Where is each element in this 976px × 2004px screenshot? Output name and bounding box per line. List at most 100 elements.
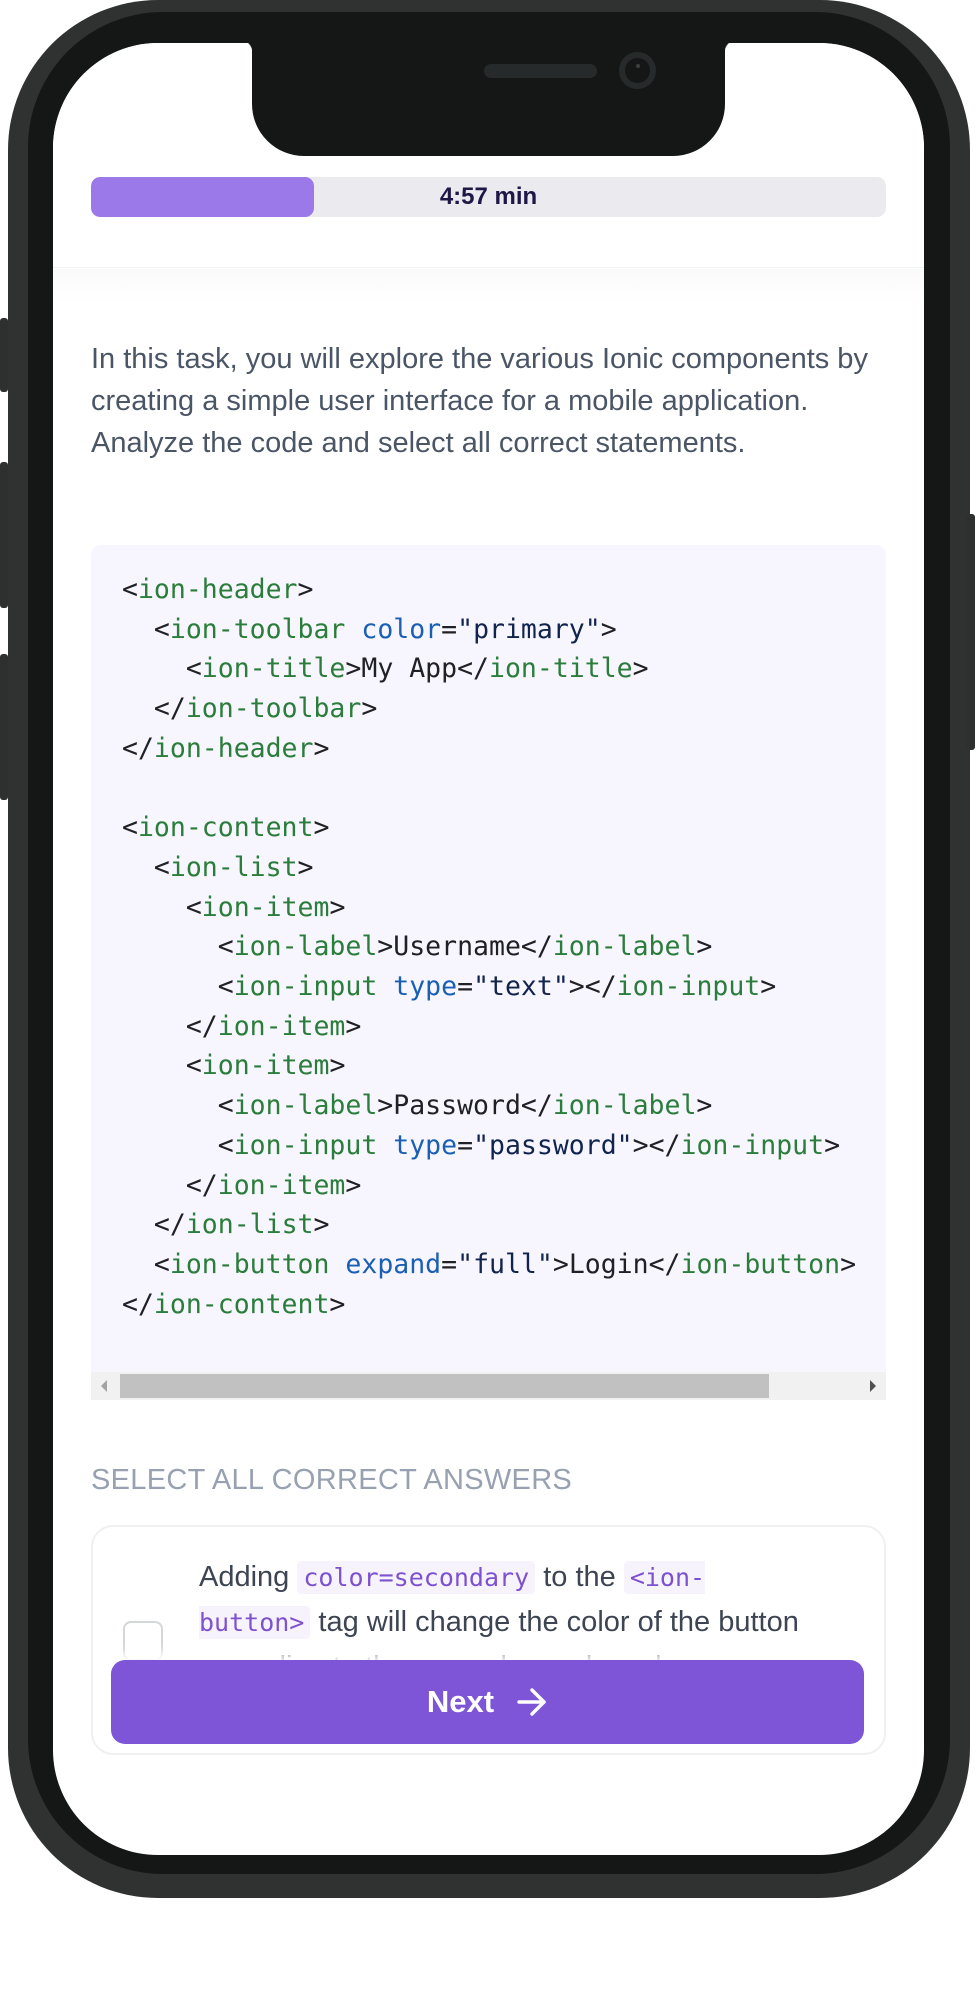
code-token-punct: </	[185, 1010, 218, 1042]
code-token-tag: ion-input	[233, 971, 378, 1003]
code-token-tag: ion-title	[489, 653, 633, 685]
code-token-punct: >	[329, 1050, 346, 1082]
answer-checkbox[interactable]	[123, 1621, 163, 1661]
scrollbar-thumb[interactable]	[120, 1374, 769, 1398]
next-button[interactable]: Next	[111, 1660, 864, 1744]
code-token-punct: <	[185, 891, 202, 923]
code-token-str: "primary"	[457, 613, 601, 645]
code-token-punct: >	[760, 971, 777, 1003]
code-token-tag: ion-header	[137, 574, 298, 605]
code-line: <ion-title>My App</ion-title>	[122, 649, 856, 689]
code-token-punct: <	[153, 1248, 170, 1280]
timer-progress-bar: 4:57 min	[91, 177, 886, 217]
code-token-punct: >	[329, 891, 346, 923]
phone-notch	[239, 43, 738, 156]
scroll-left-arrow-icon[interactable]	[101, 1380, 107, 1392]
code-token-punct: =	[457, 971, 474, 1003]
code-token-punct: </	[457, 653, 490, 685]
code-token-punct: ></	[632, 1129, 681, 1161]
code-block: <ion-header> <ion-toolbar color="primary…	[91, 545, 886, 1400]
code-token-tag: ion-label	[233, 1090, 378, 1122]
code-token-punct: >	[377, 1090, 394, 1122]
code-line: <ion-button expand="full">Login</ion-but…	[122, 1245, 856, 1285]
code-token-text: Password	[393, 1090, 521, 1122]
code-token-punct: >	[696, 931, 713, 963]
code-token-tag: ion-item	[217, 1169, 346, 1201]
code-token-punct: =	[441, 1248, 458, 1280]
answers-heading: Select all correct answers	[91, 1464, 573, 1496]
code-token-punct: </	[122, 1288, 154, 1320]
code-token-punct: <	[217, 971, 234, 1003]
volume-down-button	[0, 654, 8, 800]
scroll-right-arrow-icon[interactable]	[870, 1380, 876, 1392]
code-token-attr: color	[361, 613, 442, 645]
code-token-punct: </	[648, 1248, 681, 1280]
code-line: <ion-label>Username</ion-label>	[122, 927, 856, 967]
mute-switch	[0, 318, 8, 392]
code-token-punct: </	[122, 732, 154, 764]
code-token-punct: >	[552, 1248, 569, 1280]
code-token-punct: >	[313, 1209, 330, 1241]
code-token-punct: >	[345, 653, 362, 685]
code-token-punct: >	[377, 931, 394, 963]
code-token-tag: ion-content	[137, 812, 314, 844]
next-button-label: Next	[426, 1684, 495, 1719]
code-token-tag: ion-label	[552, 931, 697, 963]
code-token-punct: </	[520, 931, 553, 963]
code-token-tag: ion-toolbar	[169, 613, 346, 645]
code-line: <ion-input type="text"></ion-input>	[122, 967, 856, 1007]
code-token-punct: </	[520, 1090, 553, 1122]
code-token-punct: >	[345, 1169, 362, 1201]
code-token-punct: <	[185, 1050, 202, 1082]
code-token-tag: ion-toolbar	[185, 693, 362, 725]
answer-text-segment: Adding	[199, 1561, 298, 1593]
code-token-attr: type	[393, 1129, 458, 1161]
code-token-punct: =	[457, 1129, 474, 1161]
inline-code: color=secondary	[297, 1561, 536, 1594]
code-token-punct: >	[313, 812, 330, 844]
code-line: </ion-toolbar>	[122, 689, 856, 729]
code-token-tag: ion-list	[185, 1209, 314, 1241]
code-token-tag: ion-item	[201, 1050, 330, 1082]
code-line: <ion-toolbar color="primary">	[122, 610, 856, 650]
code-token-punct: <	[217, 1129, 234, 1161]
code-line: <ion-label>Password</ion-label>	[122, 1086, 856, 1126]
code-token-punct: >	[313, 732, 330, 764]
code-token-punct: >	[361, 693, 378, 725]
speaker-grille	[484, 64, 597, 78]
code-line: </ion-list>	[122, 1205, 856, 1245]
code-horizontal-scrollbar[interactable]	[91, 1372, 886, 1400]
code-token-punct: <	[217, 931, 234, 963]
code-token-punct: >	[824, 1129, 841, 1161]
code-token-text: My App	[361, 653, 458, 685]
answer-text-segment: to the	[535, 1561, 624, 1593]
code-token-punct: </	[153, 1209, 186, 1241]
code-token-punct: </	[153, 693, 186, 725]
code-line: <ion-list>	[122, 848, 856, 888]
code-token-punct: >	[632, 653, 649, 685]
code-token-punct: =	[441, 613, 458, 645]
code-token-punct: >	[297, 574, 314, 605]
code-token-tag: ion-input	[233, 1129, 378, 1161]
code-token-punct: >	[329, 1288, 346, 1320]
code-token-punct: >	[696, 1090, 713, 1122]
code-line: <ion-item>	[122, 888, 856, 928]
code-token-tag: ion-content	[153, 1288, 330, 1320]
code-token-attr: expand	[345, 1248, 442, 1280]
code-token-punct: <	[185, 653, 202, 685]
code-token-punct: >	[840, 1248, 857, 1280]
phone-screen: 4:57 min In this task, you will explore …	[53, 43, 924, 1855]
code-token-tag: ion-label	[552, 1090, 697, 1122]
